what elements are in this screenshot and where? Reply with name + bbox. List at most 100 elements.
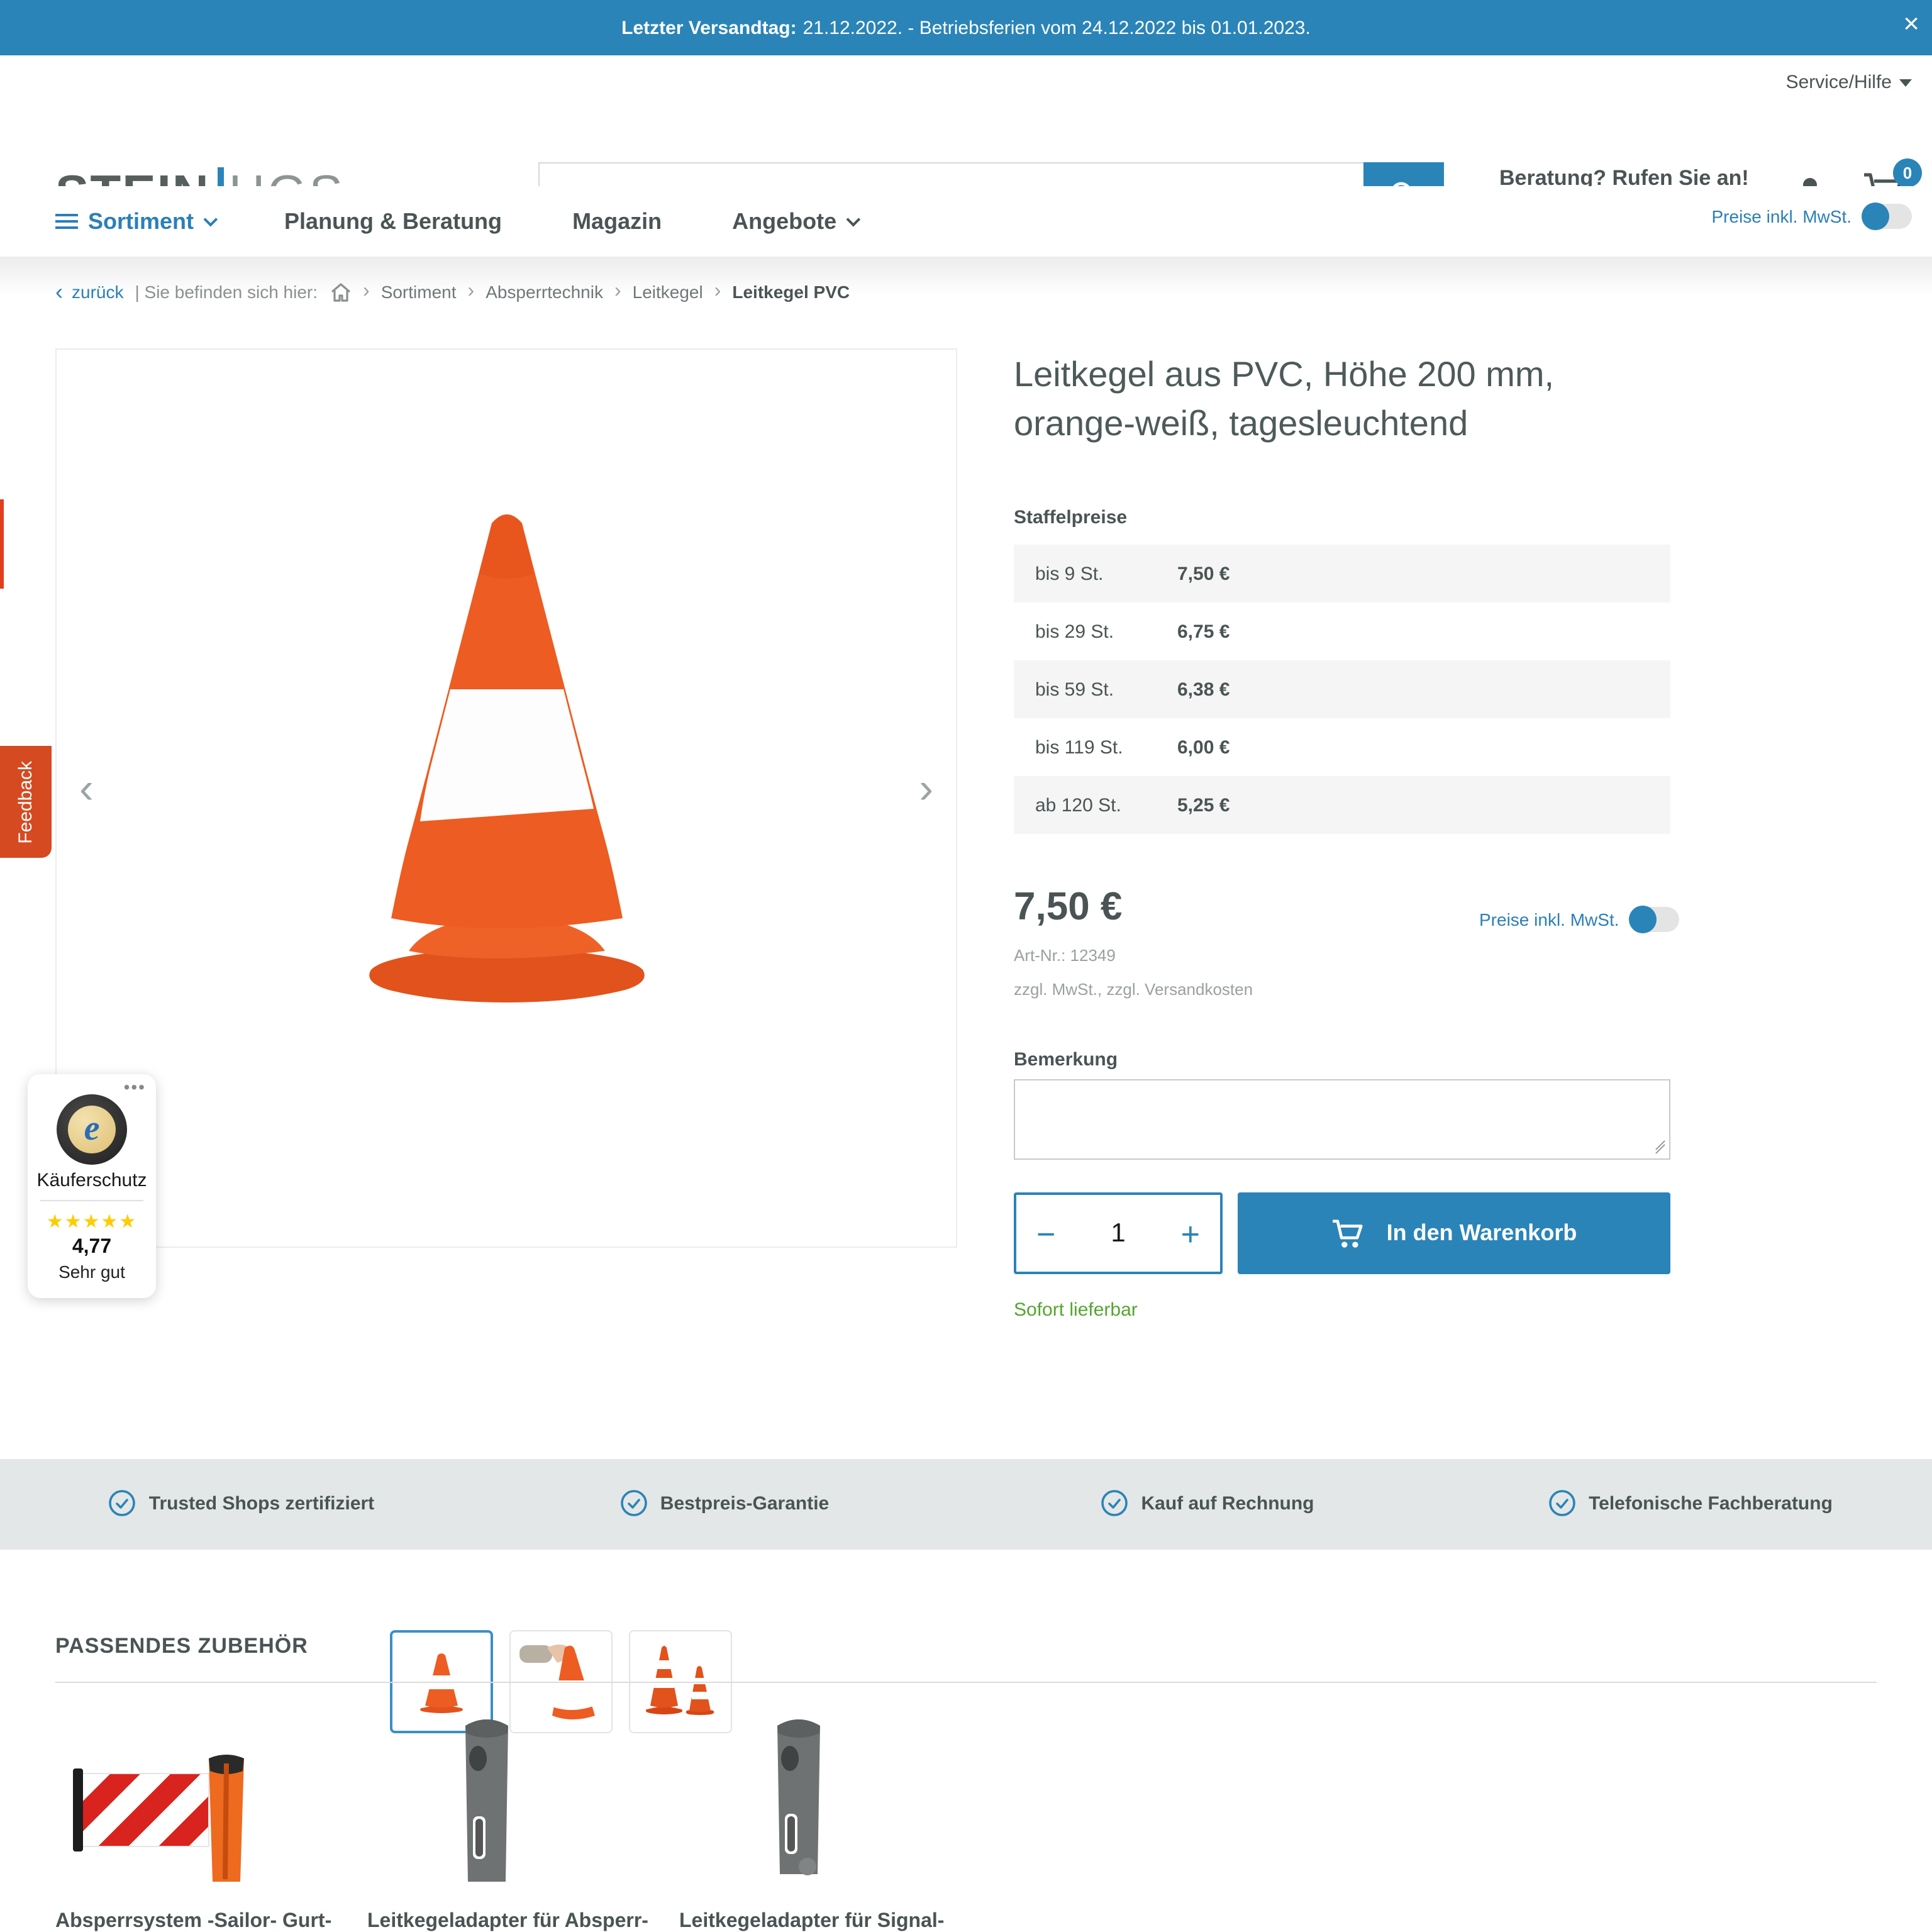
trust-item-label: Trusted Shops zertifiziert: [149, 1492, 374, 1514]
nav-sortiment[interactable]: Sortiment: [55, 208, 214, 235]
add-to-cart-button[interactable]: In den Warenkorb: [1238, 1192, 1670, 1274]
chevron-down-icon: [847, 213, 861, 227]
accessory-title: Leitkegeladapter für Signal-: [679, 1909, 994, 1932]
comment-textarea[interactable]: [1014, 1079, 1670, 1160]
tier-price: 7,50 €: [1177, 563, 1230, 584]
check-circle-icon: [1101, 1489, 1129, 1517]
nav-planung-label: Planung & Beratung: [284, 208, 502, 235]
widget-menu-icon[interactable]: •••: [124, 1077, 146, 1097]
accessories-heading: PASSENDES ZUBEHÖR: [55, 1634, 308, 1659]
service-menu[interactable]: Service/Hilfe: [1786, 72, 1912, 93]
breadcrumb-separator-icon: ›: [363, 280, 370, 303]
accessory-card-1[interactable]: Absperrsystem -Sailor- Gurt-: [55, 1706, 370, 1932]
accessory-title: Leitkegeladapter für Absperr-: [367, 1909, 682, 1932]
banner-bold-text: Letzter Versandtag:: [621, 17, 796, 38]
trusted-shops-widget[interactable]: ••• e Käuferschutz ★★★★★ 4,77 Sehr gut: [28, 1074, 156, 1298]
trusted-shops-badge: e: [57, 1094, 127, 1165]
tier-row: bis 29 St. 6,75 €: [1014, 602, 1670, 660]
product-title-line1: Leitkegel aus PVC, Höhe 200 mm,: [1014, 350, 1693, 399]
article-number: Art-Nr.: 12349: [1014, 946, 1116, 965]
trust-bar: Trusted Shops zertifiziert Bestpreis-Gar…: [0, 1459, 1932, 1550]
comment-label: Bemerkung: [1014, 1049, 1118, 1070]
breadcrumb-back-link[interactable]: zurück: [72, 282, 123, 302]
feedback-tab-label: Feedback: [15, 760, 36, 843]
trust-item: Kauf auf Rechnung: [966, 1489, 1449, 1517]
trust-item: Bestpreis-Garantie: [483, 1489, 966, 1517]
tier-price: 6,38 €: [1177, 679, 1230, 700]
nav-planung[interactable]: Planung & Beratung: [284, 208, 502, 235]
cart-count-badge: 0: [1893, 158, 1922, 187]
current-price: 7,50 €: [1014, 884, 1122, 930]
vat-toggle-inline-switch[interactable]: [1629, 907, 1680, 932]
quantity-value[interactable]: 1: [1111, 1218, 1125, 1248]
cart-icon: [1331, 1217, 1367, 1250]
breadcrumb-separator-icon: ›: [614, 280, 621, 303]
add-to-cart-label: In den Warenkorb: [1387, 1220, 1577, 1246]
product-image-panel: ‹ ›: [55, 348, 957, 1248]
quantity-minus-button[interactable]: −: [1036, 1217, 1055, 1250]
service-label: Service/Hilfe: [1786, 72, 1892, 93]
vat-toggle-top: Preise inkl. MwSt.: [1712, 204, 1913, 229]
breadcrumb-absperrtechnik[interactable]: Absperrtechnik: [486, 282, 603, 302]
gallery-prev-icon[interactable]: ‹: [79, 765, 94, 814]
product-title-line2: orange-weiß, tagesleuchtend: [1014, 399, 1693, 448]
gallery-next-icon[interactable]: ›: [919, 765, 933, 814]
breadcrumb-sortiment[interactable]: Sortiment: [381, 282, 457, 302]
home-icon[interactable]: [329, 281, 352, 303]
product-image-cone: [318, 501, 695, 1029]
breadcrumb-here-label: | Sie befinden sich hier:: [135, 282, 318, 302]
accessory-card-2[interactable]: Leitkegeladapter für Absperr-: [367, 1706, 682, 1932]
tier-price: 5,25 €: [1177, 794, 1230, 816]
widget-divider: [40, 1200, 143, 1201]
check-circle-icon: [1548, 1489, 1576, 1517]
trust-item: Telefonische Fachberatung: [1449, 1489, 1932, 1517]
rating-stars: ★★★★★: [28, 1210, 156, 1233]
tier-row: ab 120 St. 5,25 €: [1014, 776, 1670, 834]
tier-price: 6,75 €: [1177, 621, 1230, 642]
breadcrumb-separator-icon: ›: [714, 280, 721, 303]
accessory-image-adapter: [367, 1706, 682, 1882]
accessory-title: Absperrsystem -Sailor- Gurt-: [55, 1909, 370, 1932]
trust-item-label: Kauf auf Rechnung: [1141, 1492, 1314, 1514]
accessory-image-adapter: [679, 1706, 994, 1882]
feedback-tab[interactable]: Feedback: [0, 746, 52, 858]
vat-toggle-top-switch[interactable]: [1862, 204, 1912, 229]
nav-angebote-label: Angebote: [732, 208, 836, 235]
trust-item-label: Bestpreis-Garantie: [660, 1492, 829, 1514]
back-chevron-icon: ‹: [55, 280, 63, 303]
nav-magazin-label: Magazin: [572, 208, 662, 235]
banner-text: 21.12.2022. - Betriebsferien vom 24.12.2…: [803, 17, 1311, 38]
trust-item: Trusted Shops zertifiziert: [0, 1489, 483, 1517]
tier-qty: bis 29 St.: [1014, 621, 1177, 642]
check-circle-icon: [109, 1489, 136, 1517]
tier-qty: ab 120 St.: [1014, 794, 1177, 816]
tier-qty: bis 9 St.: [1014, 563, 1177, 584]
product-title: Leitkegel aus PVC, Höhe 200 mm, orange-w…: [1014, 350, 1693, 448]
breadcrumb: ‹ zurück | Sie befinden sich hier: › Sor…: [55, 280, 850, 303]
vat-toggle-inline: Preise inkl. MwSt.: [1479, 907, 1680, 932]
close-icon[interactable]: ×: [1903, 10, 1919, 38]
breadcrumb-current: Leitkegel PVC: [732, 282, 850, 302]
caret-down-icon: [1899, 79, 1912, 87]
tier-row: bis 59 St. 6,38 €: [1014, 660, 1670, 718]
nav-angebote[interactable]: Angebote: [732, 208, 857, 235]
tier-qty: bis 59 St.: [1014, 679, 1177, 700]
main-nav: Sortiment Planung & Beratung Magazin Ang…: [0, 186, 1932, 257]
trust-item-label: Telefonische Fachberatung: [1589, 1492, 1833, 1514]
breadcrumb-leitkegel[interactable]: Leitkegel: [633, 282, 703, 302]
menu-icon: [55, 210, 78, 233]
chevron-down-icon: [204, 213, 218, 227]
vat-toggle-inline-label: Preise inkl. MwSt.: [1479, 909, 1619, 930]
availability-status: Sofort lieferbar: [1014, 1299, 1138, 1321]
accessories-divider: [55, 1682, 1877, 1683]
vat-note: zzgl. MwSt., zzgl. Versandkosten: [1014, 980, 1253, 999]
tier-price-table: bis 9 St. 7,50 € bis 29 St. 6,75 € bis 5…: [1014, 545, 1670, 834]
trusted-shops-e: e: [68, 1106, 116, 1153]
nav-magazin[interactable]: Magazin: [572, 208, 662, 235]
tier-row: bis 9 St. 7,50 €: [1014, 545, 1670, 602]
quantity-plus-button[interactable]: +: [1181, 1217, 1200, 1250]
accessory-card-3[interactable]: Leitkegeladapter für Signal-: [679, 1706, 994, 1932]
tier-price: 6,00 €: [1177, 736, 1230, 758]
side-widget-edge: [0, 499, 4, 589]
vat-toggle-top-label: Preise inkl. MwSt.: [1712, 206, 1852, 226]
